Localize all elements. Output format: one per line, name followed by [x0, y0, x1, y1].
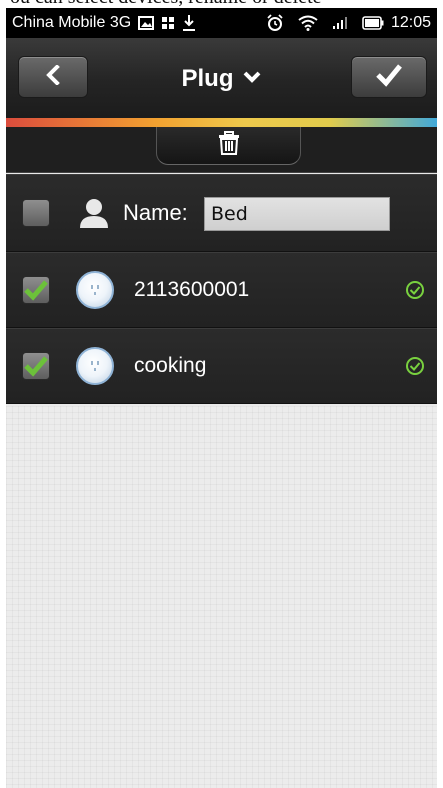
empty-list-area [6, 406, 437, 788]
carrier-text: China Mobile 3G [12, 14, 132, 31]
caption-text: ou can select devices, rename or delete [10, 0, 322, 8]
checkmark-icon [375, 63, 403, 92]
check-mark-icon [24, 356, 48, 377]
color-accent-stripe [6, 118, 437, 127]
alarm-icon [266, 14, 284, 32]
status-bar: China Mobile 3G 12:05 [6, 8, 437, 38]
gallery-notification-icon [138, 16, 155, 30]
device-name: 2113600001 [134, 278, 250, 301]
rename-row: Name: [6, 174, 437, 252]
check-mark-icon [24, 280, 48, 301]
phone-screen: China Mobile 3G 12:05 Plug Name: Bed 211… [6, 8, 437, 788]
plug-socket-icon [76, 271, 114, 309]
name-input[interactable] [204, 197, 390, 231]
plug-socket-icon [76, 347, 114, 385]
edit-toolbar [6, 127, 437, 173]
app-notification-icon [161, 16, 175, 30]
page-title: Plug [181, 65, 234, 92]
name-label: Name: [123, 200, 188, 225]
top-caption: ou can select devices, rename or delete [0, 0, 443, 8]
select-all-checkbox[interactable] [22, 199, 50, 227]
check-circle-icon [405, 280, 425, 300]
check-circle-icon [405, 356, 425, 376]
delete-button[interactable] [156, 127, 301, 165]
chevron-down-icon [242, 70, 262, 89]
clock-text: 12:05 [390, 14, 431, 31]
device-checkbox[interactable] [22, 276, 50, 304]
signal-icon [332, 16, 348, 30]
device-name: cooking [134, 354, 207, 377]
status-right-group: 12:05 [259, 14, 431, 32]
user-icon [78, 197, 110, 229]
confirm-button[interactable] [351, 56, 427, 98]
battery-icon [362, 16, 384, 30]
download-icon [182, 14, 196, 32]
wifi-icon [298, 15, 318, 31]
trash-icon [218, 131, 240, 160]
device-row[interactable]: 2113600001 [6, 252, 437, 328]
title-bar: Plug [6, 38, 437, 118]
device-row[interactable]: cooking [6, 328, 437, 404]
device-checkbox[interactable] [22, 352, 50, 380]
